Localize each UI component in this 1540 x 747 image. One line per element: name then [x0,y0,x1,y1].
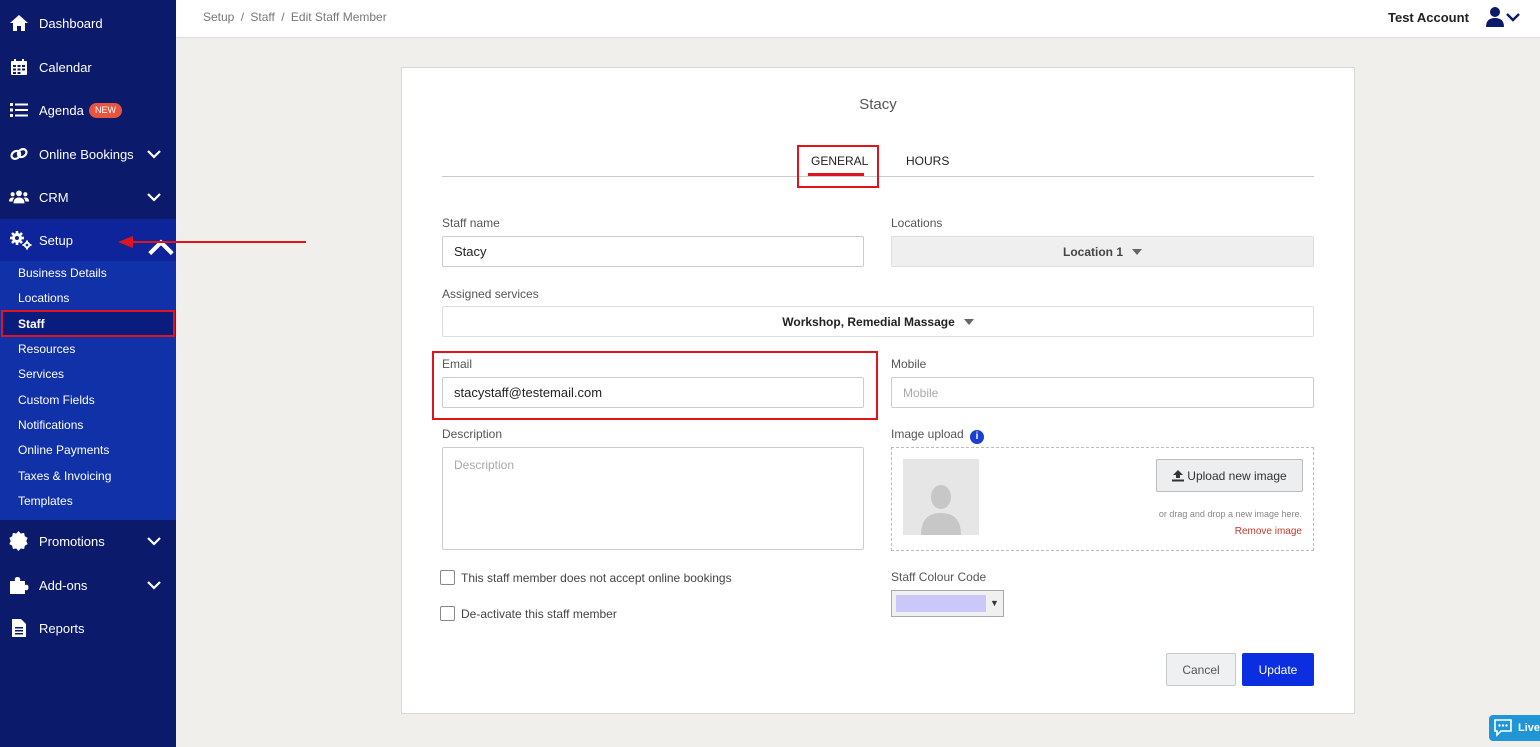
description-textarea[interactable] [442,447,864,550]
mobile-label: Mobile [891,357,927,371]
deactivate-label: De-activate this staff member [461,606,617,621]
nav-dashboard-label: Dashboard [39,15,103,31]
list-icon [9,100,29,120]
nav-reports[interactable]: Reports [0,608,176,648]
chevron-down-icon [147,150,161,159]
nav-dashboard[interactable]: Dashboard [0,3,176,43]
assigned-services-label: Assigned services [442,287,539,301]
subnav-locations[interactable]: Locations [18,291,69,305]
upload-image-button[interactable]: Upload new image [1156,459,1303,492]
no-online-bookings-checkbox[interactable] [440,570,455,585]
update-button[interactable]: Update [1242,653,1314,686]
subnav-services[interactable]: Services [18,367,64,381]
tab-highlight-box [797,145,879,188]
live-chat-label: Live [1517,722,1540,734]
nav-promotions-label: Promotions [39,533,105,549]
edit-staff-card: Stacy GENERAL HOURS Staff name Locations… [401,67,1355,714]
document-icon [9,618,29,638]
deactivate-row: De-activate this staff member [440,606,617,621]
nav-add-ons[interactable]: Add-ons [0,565,176,605]
breadcrumb: Setup / Staff / Edit Staff Member [203,10,390,24]
subnav-staff-label: Staff [18,317,45,331]
chevron-down-icon [147,581,161,590]
subnav-templates[interactable]: Templates [18,494,73,508]
link-icon [9,144,29,164]
locations-value: Location 1 [1062,244,1123,259]
puzzle-icon [9,575,29,595]
nav-crm[interactable]: CRM [0,177,176,217]
email-highlight-box [432,351,878,420]
nav-online-bookings[interactable]: Online Bookings [0,134,176,174]
users-icon [9,187,29,207]
nav-online-bookings-label: Online Bookings [39,146,134,162]
nav-crm-label: CRM [39,189,69,205]
colour-code-select[interactable]: ▼ [891,590,1004,617]
subnav-custom-fields[interactable]: Custom Fields [18,393,95,407]
breadcrumb-setup[interactable]: Setup [203,10,234,24]
top-bar: Setup / Staff / Edit Staff Member Test A… [176,0,1540,38]
nav-add-ons-label: Add-ons [39,577,88,593]
chat-icon [1494,719,1512,737]
upload-icon [1172,469,1185,481]
colour-swatch [896,595,986,612]
avatar-placeholder [903,459,979,535]
image-upload-label: Image upload [891,427,964,441]
locations-label: Locations [891,216,943,230]
new-badge: NEW [89,103,122,118]
subnav-taxes-invoicing[interactable]: Taxes & Invoicing [18,469,111,483]
live-chat-button[interactable]: Live [1489,715,1540,741]
info-icon[interactable]: i [970,430,984,444]
page-title: Stacy [859,96,897,113]
badge-icon [9,531,29,551]
subnav-business-details[interactable]: Business Details [18,266,107,280]
remove-image-link[interactable]: Remove image [1235,526,1302,537]
chevron-down-icon [147,537,161,546]
subnav-resources[interactable]: Resources [18,342,75,356]
caret-down-icon [1132,248,1142,255]
assigned-services-value: Workshop, Remedial Massage [782,314,955,329]
assigned-services-select[interactable]: Workshop, Remedial Massage [442,306,1314,337]
nav-reports-label: Reports [39,620,85,636]
subnav-staff[interactable]: Staff [1,310,175,337]
nav-promotions[interactable]: Promotions [0,521,176,561]
subnav-online-payments[interactable]: Online Payments [18,443,109,457]
drag-drop-hint: or drag and drop a new image here. [1158,509,1302,519]
home-icon [9,13,29,33]
locations-select[interactable]: Location 1 [891,236,1314,267]
person-silhouette-icon [921,485,961,535]
subnav-notifications[interactable]: Notifications [18,418,83,432]
annotation-arrow [118,236,306,248]
nav-agenda-label: Agenda [39,102,84,118]
calendar-icon [9,57,29,77]
breadcrumb-staff[interactable]: Staff [250,10,274,24]
upload-image-label: Upload new image [1187,468,1287,483]
no-online-bookings-label: This staff member does not accept online… [461,570,732,585]
staff-name-label: Staff name [442,216,500,230]
caret-down-icon [963,318,974,325]
breadcrumb-separator: / [240,10,245,24]
colour-code-label: Staff Colour Code [891,570,987,584]
description-label: Description [442,427,503,441]
breadcrumb-separator: / [281,10,285,24]
breadcrumb-current: Edit Staff Member [290,10,387,24]
nav-calendar-label: Calendar [39,59,92,75]
gears-icon [9,230,33,253]
caret-down-icon: ▼ [990,598,999,608]
tab-hours[interactable]: HOURS [906,154,949,168]
image-dropzone[interactable]: Upload new image or drag and drop a new … [891,447,1314,551]
staff-name-input[interactable] [442,236,864,267]
sidebar: Dashboard Calendar Agenda NEW Online Boo… [0,0,176,747]
account-name[interactable]: Test Account [1388,10,1469,25]
chevron-down-icon [147,193,161,202]
mobile-input[interactable] [891,377,1314,408]
nav-setup-label: Setup [39,233,73,248]
cancel-button[interactable]: Cancel [1166,653,1236,686]
nav-calendar[interactable]: Calendar [0,47,176,87]
deactivate-checkbox[interactable] [440,606,455,621]
no-online-bookings-row: This staff member does not accept online… [440,570,732,585]
user-menu-icon[interactable] [1486,6,1524,31]
nav-agenda[interactable]: Agenda NEW [0,90,176,130]
